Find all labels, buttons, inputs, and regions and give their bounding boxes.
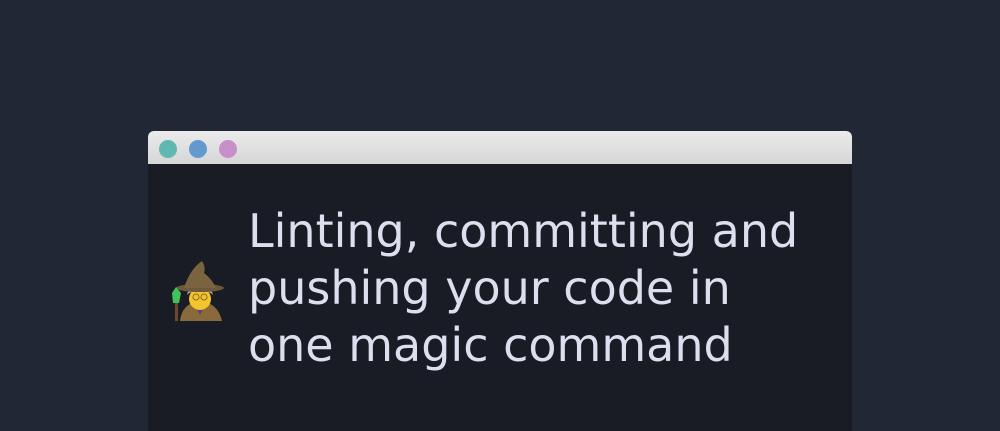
window-titlebar [148, 131, 852, 164]
page-title: Linting, committing and pushing your cod… [248, 203, 828, 374]
minimize-button[interactable] [189, 140, 207, 158]
close-button[interactable] [159, 140, 177, 158]
title-line-1: Linting, committing and [248, 204, 799, 258]
mage-emoji-icon [172, 261, 224, 321]
terminal-window: Linting, committing and pushing your cod… [148, 131, 852, 431]
title-line-3: one magic command [248, 318, 733, 372]
maximize-button[interactable] [219, 140, 237, 158]
title-line-2: pushing your code in [248, 261, 731, 315]
